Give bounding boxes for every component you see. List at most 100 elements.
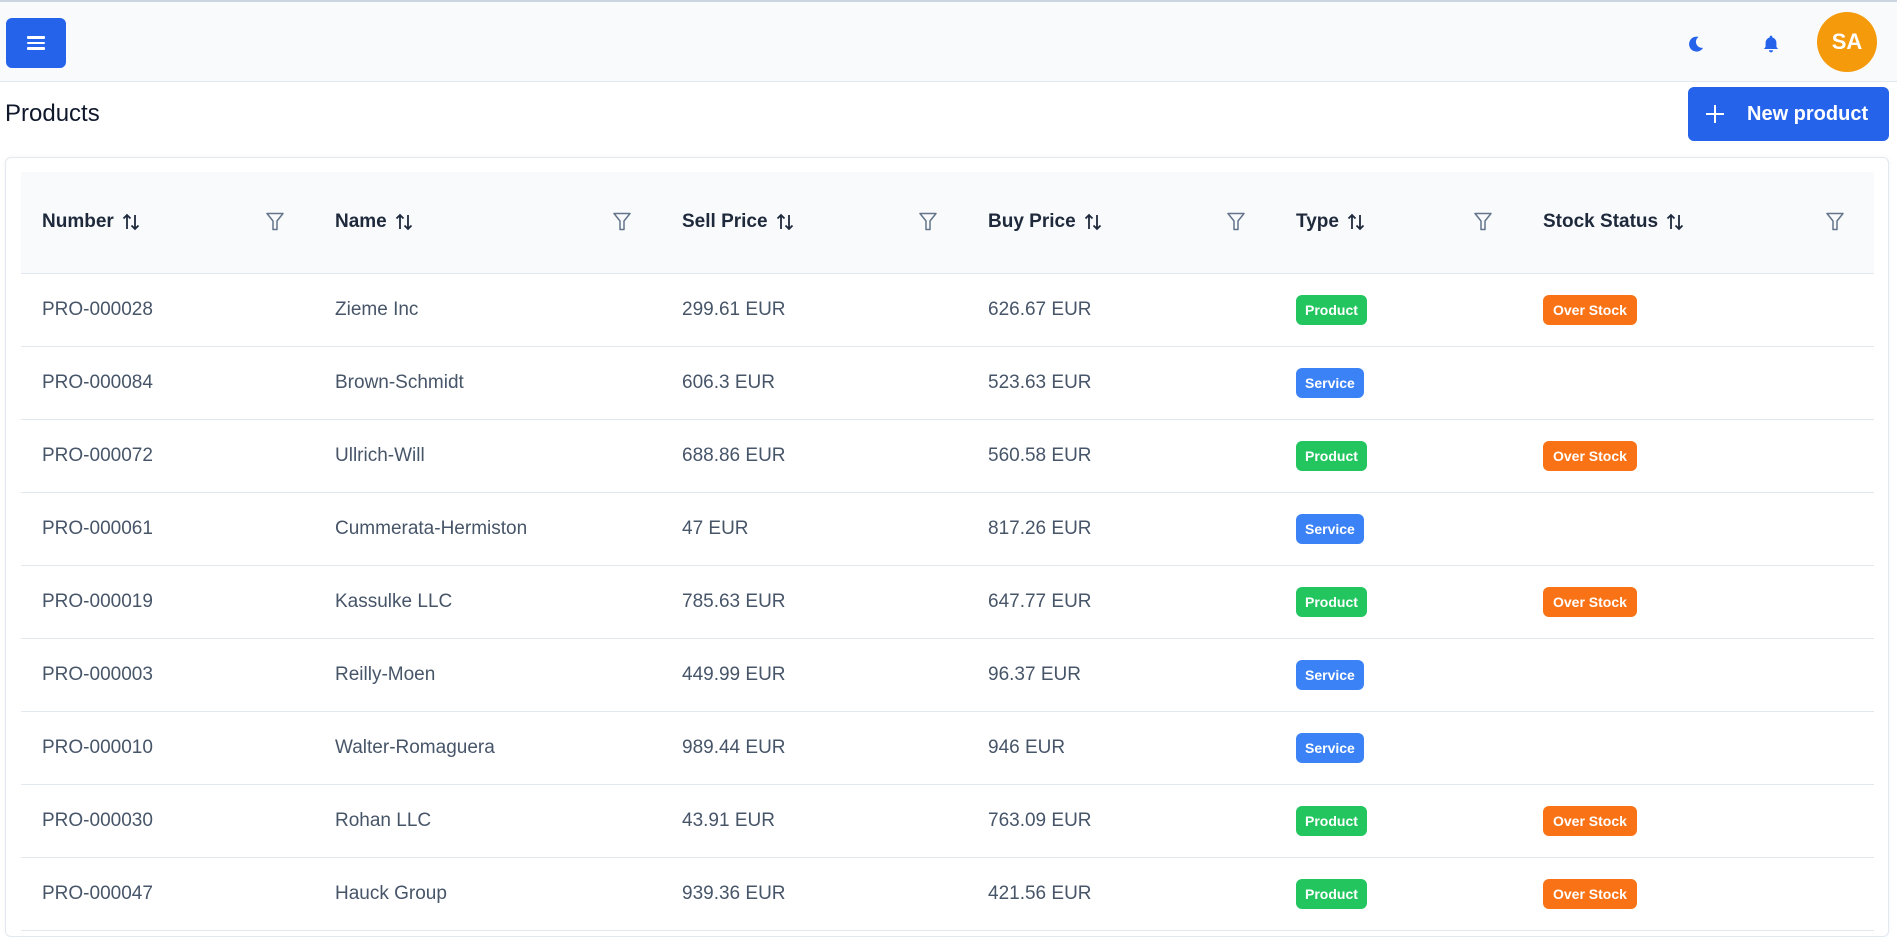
hamburger-menu-icon — [27, 36, 45, 50]
cell-stock-status: Over Stock — [1522, 273, 1874, 347]
sell-price-text: 606.3 EUR — [682, 371, 775, 393]
column-header-stock-status[interactable]: Stock Status — [1522, 172, 1874, 274]
column-header-name[interactable]: Name — [314, 172, 661, 274]
cell-name: Rohan LLC — [314, 784, 661, 858]
number-text: PRO-000010 — [42, 736, 153, 758]
theme-toggle-button[interactable] — [1678, 26, 1714, 62]
number-text: PRO-000003 — [42, 663, 153, 685]
notifications-button[interactable] — [1753, 26, 1789, 62]
name-text: Rohan LLC — [335, 809, 432, 831]
sort-icon[interactable] — [1347, 212, 1365, 232]
products-table: Number Name Sell Price Buy Price Type St… — [21, 172, 1874, 931]
column-header-label: Number — [42, 211, 114, 233]
filter-icon[interactable] — [1227, 212, 1245, 231]
buy-price-text: 647.77 EUR — [988, 590, 1092, 612]
cell-type: Product — [1275, 857, 1522, 931]
sort-icon[interactable] — [395, 212, 413, 232]
user-avatar[interactable]: SA — [1817, 12, 1877, 72]
sell-price-text: 449.99 EUR — [682, 663, 786, 685]
type-badge: Service — [1296, 732, 1364, 763]
page-title: Products — [5, 100, 100, 127]
type-badge: Product — [1296, 294, 1367, 325]
column-header-buy-price[interactable]: Buy Price — [967, 172, 1275, 274]
cell-number: PRO-000047 — [21, 857, 314, 931]
new-product-label: New product — [1747, 102, 1869, 125]
filter-icon[interactable] — [613, 212, 631, 231]
type-badge: Service — [1296, 367, 1364, 398]
column-header-number[interactable]: Number — [21, 172, 314, 274]
sell-price-text: 43.91 EUR — [682, 809, 775, 831]
cell-number: PRO-000061 — [21, 492, 314, 566]
table-row[interactable]: PRO-000010 Walter-Romaguera 989.44 EUR 946 … — [21, 711, 1874, 785]
filter-icon[interactable] — [266, 212, 284, 231]
name-text: Zieme Inc — [335, 298, 419, 320]
cell-stock-status: Over Stock — [1522, 784, 1874, 858]
filter-icon[interactable] — [1474, 212, 1492, 231]
cell-type: Product — [1275, 419, 1522, 493]
sell-price-text: 785.63 EUR — [682, 590, 786, 612]
name-text: Reilly-Moen — [335, 663, 436, 685]
number-text: PRO-000084 — [42, 371, 153, 393]
cell-buy-price: 647.77 EUR — [967, 565, 1275, 639]
type-badge: Product — [1296, 440, 1367, 471]
cell-buy-price: 523.63 EUR — [967, 346, 1275, 420]
filter-icon[interactable] — [1826, 212, 1844, 231]
bell-icon — [1763, 35, 1779, 53]
cell-name: Cummerata-Hermiston — [314, 492, 661, 566]
table-row[interactable]: PRO-000028 Zieme Inc 299.61 EUR 626.67 EUR P… — [21, 273, 1874, 347]
number-text: PRO-000019 — [42, 590, 153, 612]
column-header-label: Name — [335, 211, 387, 233]
sort-icon[interactable] — [776, 212, 794, 232]
number-text: PRO-000047 — [42, 882, 153, 904]
sell-price-text: 47 EUR — [682, 517, 749, 539]
buy-price-text: 626.67 EUR — [988, 298, 1092, 320]
cell-buy-price: 560.58 EUR — [967, 419, 1275, 493]
stock-status-badge: Over Stock — [1543, 878, 1637, 909]
table-row[interactable]: PRO-000084 Brown-Schmidt 606.3 EUR 523.63 E… — [21, 346, 1874, 420]
table-row[interactable]: PRO-000061 Cummerata-Hermiston 47 EUR 817.2… — [21, 492, 1874, 566]
table-row[interactable]: PRO-000072 Ullrich-Will 688.86 EUR 560.58 E… — [21, 419, 1874, 493]
cell-type: Service — [1275, 346, 1522, 420]
buy-price-text: 523.63 EUR — [988, 371, 1092, 393]
column-header-label: Type — [1296, 211, 1339, 233]
cell-sell-price: 688.86 EUR — [661, 419, 967, 493]
cell-buy-price: 817.26 EUR — [967, 492, 1275, 566]
sort-icon[interactable] — [1084, 212, 1102, 232]
stock-status-badge: Over Stock — [1543, 586, 1637, 617]
column-header-type[interactable]: Type — [1275, 172, 1522, 274]
column-header-label: Stock Status — [1543, 211, 1659, 233]
number-text: PRO-000061 — [42, 517, 153, 539]
menu-toggle-button[interactable] — [6, 18, 66, 68]
sell-price-text: 688.86 EUR — [682, 444, 786, 466]
table-row[interactable]: PRO-000030 Rohan LLC 43.91 EUR 763.09 EUR Pr… — [21, 784, 1874, 858]
cell-number: PRO-000028 — [21, 273, 314, 347]
table-row[interactable]: PRO-000003 Reilly-Moen 449.99 EUR 96.37 EUR… — [21, 638, 1874, 712]
number-text: PRO-000072 — [42, 444, 153, 466]
cell-name: Kassulke LLC — [314, 565, 661, 639]
stock-status-badge: Over Stock — [1543, 805, 1637, 836]
name-text: Ullrich-Will — [335, 444, 425, 466]
table-row[interactable]: PRO-000019 Kassulke LLC 785.63 EUR 647.77 E… — [21, 565, 1874, 639]
column-header-sell-price[interactable]: Sell Price — [661, 172, 967, 274]
cell-name: Reilly-Moen — [314, 638, 661, 712]
cell-buy-price: 96.37 EUR — [967, 638, 1275, 712]
name-text: Cummerata-Hermiston — [335, 517, 528, 539]
number-text: PRO-000028 — [42, 298, 153, 320]
cell-stock-status — [1522, 638, 1874, 712]
type-badge: Product — [1296, 586, 1367, 617]
sell-price-text: 989.44 EUR — [682, 736, 786, 758]
filter-icon[interactable] — [919, 212, 937, 231]
type-badge: Service — [1296, 659, 1364, 690]
buy-price-text: 96.37 EUR — [988, 663, 1081, 685]
buy-price-text: 763.09 EUR — [988, 809, 1092, 831]
new-product-button[interactable]: New product — [1688, 87, 1889, 141]
cell-sell-price: 299.61 EUR — [661, 273, 967, 347]
column-header-label: Sell Price — [682, 211, 768, 233]
plus-icon — [1706, 105, 1724, 123]
table-row[interactable]: PRO-000047 Hauck Group 939.36 EUR 421.56 EU… — [21, 857, 1874, 931]
cell-number: PRO-000003 — [21, 638, 314, 712]
cell-name: Hauck Group — [314, 857, 661, 931]
sort-icon[interactable] — [122, 212, 140, 232]
avatar-initials: SA — [1831, 29, 1863, 54]
sort-icon[interactable] — [1666, 212, 1684, 232]
